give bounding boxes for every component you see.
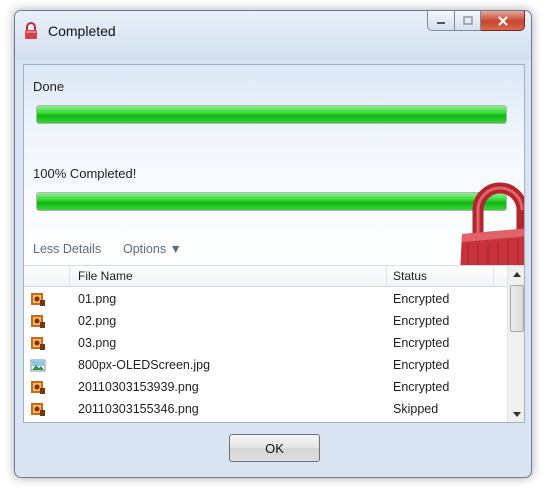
close-icon (497, 15, 508, 26)
scroll-thumb[interactable] (510, 285, 524, 332)
done-label: Done (33, 79, 65, 94)
png-image-icon (30, 335, 46, 351)
vertical-scrollbar[interactable] (507, 266, 524, 422)
scroll-up-button[interactable] (508, 266, 524, 283)
file-name-cell: 20110303155346.png (78, 402, 199, 416)
padlock-icon (25, 22, 37, 39)
dialog-content: Done 100% Completed! Less Details Option… (23, 64, 525, 423)
file-progress-fill (37, 106, 506, 123)
column-header-file-name[interactable]: File Name (78, 269, 133, 283)
file-name-cell: 20110303153939.png (78, 380, 199, 394)
png-image-icon (30, 379, 46, 395)
title-bar[interactable]: Completed (15, 11, 531, 59)
window-title: Completed (48, 23, 116, 39)
file-list: File Name Status 01.png Encrypted 02.png… (24, 265, 524, 422)
status-cell: Encrypted (393, 380, 450, 394)
column-divider[interactable] (386, 266, 387, 286)
table-row[interactable]: 20110303153939.png Encrypted (24, 376, 507, 398)
minimize-icon (437, 21, 445, 24)
column-header-status[interactable]: Status (393, 269, 427, 283)
total-progress-bar (36, 192, 507, 211)
maximize-button[interactable] (455, 11, 481, 31)
file-name-cell: 02.png (78, 314, 117, 328)
status-cell: Encrypted (393, 358, 450, 372)
maximize-icon (462, 16, 473, 25)
total-progress-label: 100% Completed! (33, 166, 137, 181)
column-divider[interactable] (493, 266, 494, 286)
less-details-link[interactable]: Less Details (33, 242, 101, 256)
column-divider[interactable] (69, 266, 70, 286)
table-row[interactable]: 01.png Encrypted (24, 288, 507, 310)
png-image-icon (30, 291, 46, 307)
jpg-image-icon (30, 357, 46, 373)
png-image-icon (30, 313, 46, 329)
chevron-down-icon (512, 412, 521, 417)
completed-dialog: Completed Done 100% Completed! Less Deta… (14, 10, 532, 478)
file-name-cell: 01.png (78, 292, 117, 306)
status-cell: Encrypted (393, 336, 450, 350)
caption-buttons (427, 11, 525, 31)
status-cell: Encrypted (393, 314, 450, 328)
table-row[interactable]: 20110303155346.png Skipped (24, 398, 507, 420)
png-image-icon (30, 401, 46, 417)
table-row[interactable]: 02.png Encrypted (24, 310, 507, 332)
file-list-rows: 01.png Encrypted 02.png Encrypted 03.png… (24, 288, 507, 422)
minimize-button[interactable] (427, 11, 455, 31)
file-name-cell: 800px-OLEDScreen.jpg (78, 358, 211, 372)
status-cell: Skipped (393, 402, 439, 416)
status-cell: Encrypted (393, 292, 450, 306)
file-progress-bar (36, 105, 507, 124)
file-name-cell: 03.png (78, 336, 117, 350)
scroll-down-button[interactable] (508, 406, 524, 422)
table-row[interactable]: 800px-OLEDScreen.jpg Encrypted (24, 354, 507, 376)
chevron-up-icon (512, 272, 521, 277)
header-gradient (24, 65, 524, 265)
total-progress-fill (37, 193, 506, 210)
options-dropdown[interactable]: Options ▼ (123, 242, 182, 256)
file-list-header: File Name Status (24, 266, 507, 287)
ok-button[interactable]: OK (229, 434, 320, 462)
large-padlock-icon (460, 182, 524, 273)
table-row[interactable]: 03.png Encrypted (24, 332, 507, 354)
close-button[interactable] (481, 11, 525, 31)
